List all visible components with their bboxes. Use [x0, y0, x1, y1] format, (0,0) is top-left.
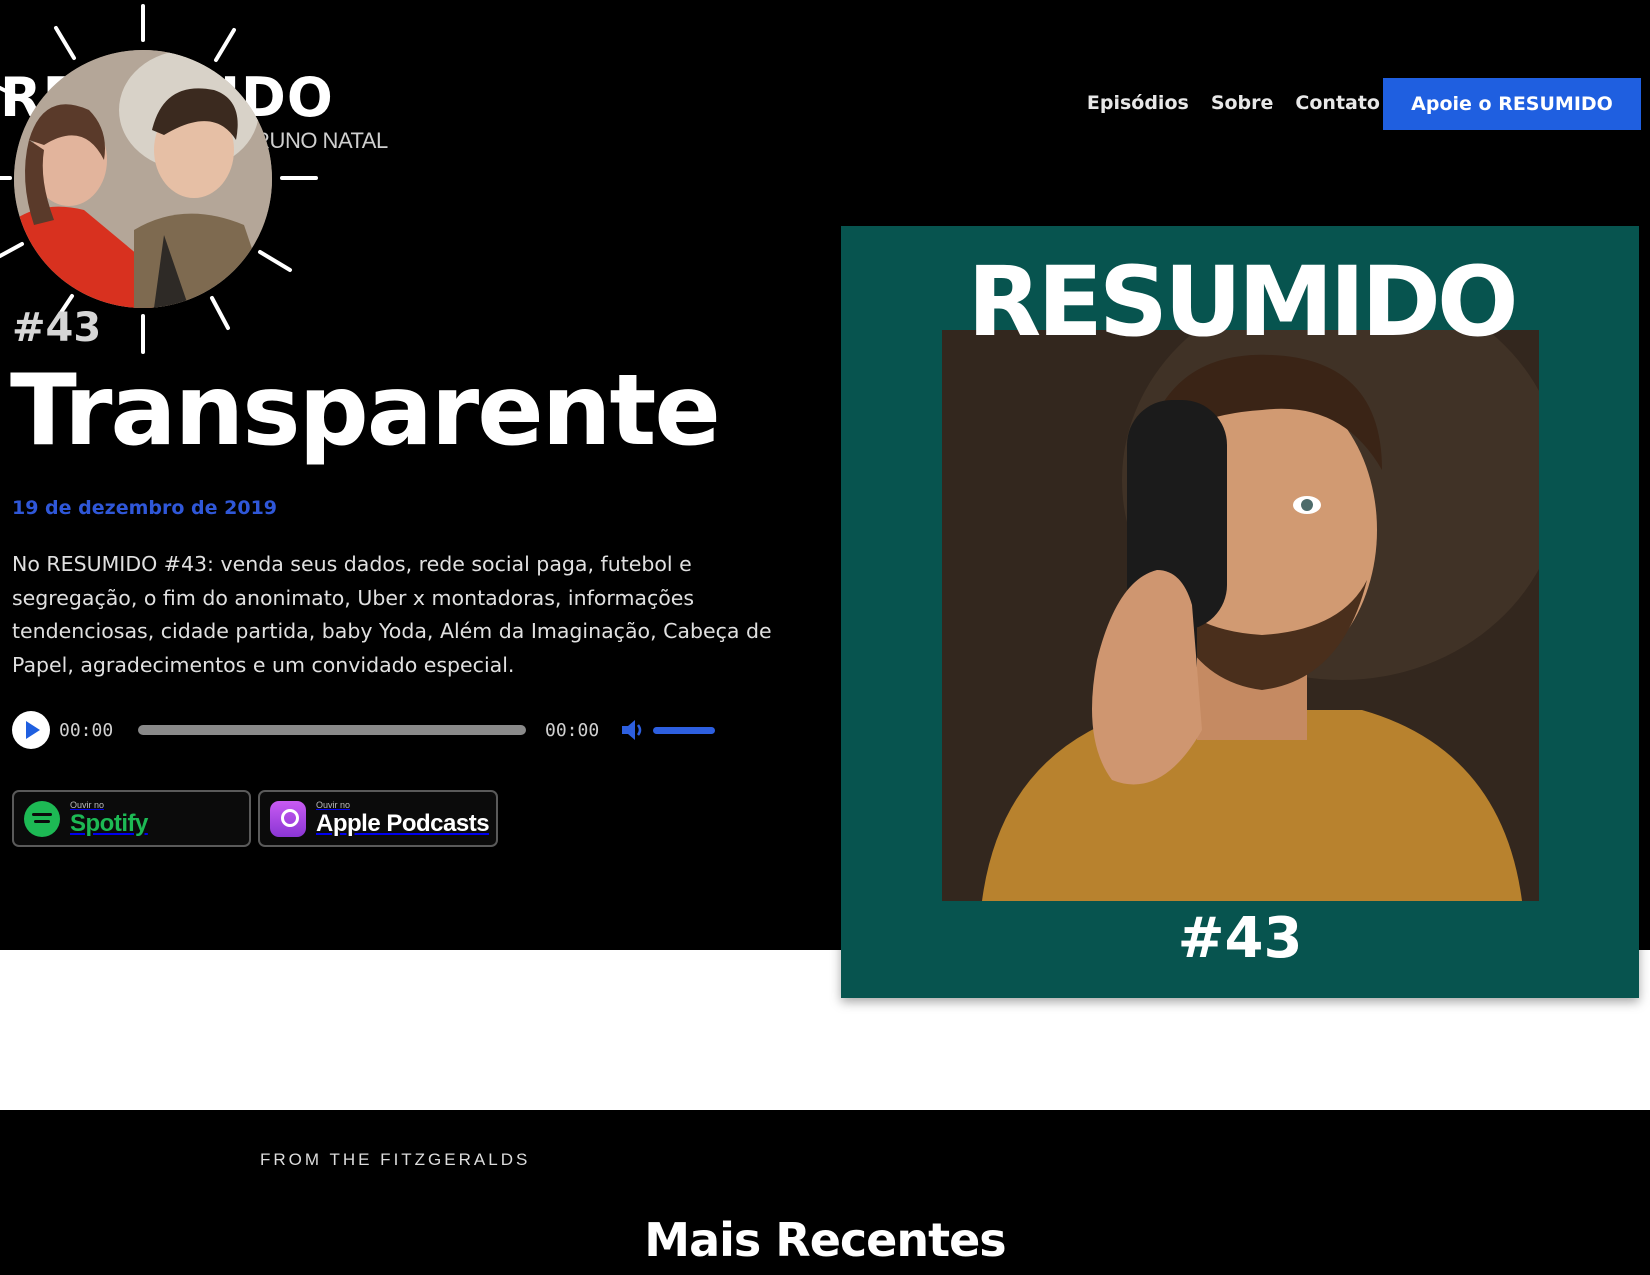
support-button[interactable]: Apoie o RESUMIDO — [1383, 78, 1641, 130]
spotify-badge-caption: Ouvir no — [70, 800, 105, 810]
apple-badge-label: Apple Podcasts — [316, 810, 490, 837]
volume-icon[interactable] — [620, 719, 644, 741]
episode-date: 19 de dezembro de 2019 — [12, 497, 278, 519]
cover-photo — [942, 330, 1539, 901]
apple-podcasts-icon — [270, 800, 306, 837]
nav-contato[interactable]: Contato — [1295, 92, 1380, 114]
episode-number: #43 — [12, 305, 102, 351]
apple-podcasts-badge[interactable]: Ouvir no Apple Podcasts — [258, 790, 498, 847]
spotify-badge[interactable]: Ouvir no Spotify — [12, 790, 251, 847]
total-time: 00:00 — [545, 720, 600, 741]
spotify-icon — [24, 800, 60, 837]
episode-title: Transparente — [10, 354, 721, 468]
progress-bar[interactable] — [138, 725, 526, 735]
apple-badge-caption: Ouvir no — [316, 800, 351, 810]
cover-title: RESUMIDO — [967, 246, 1518, 358]
episode-description: No RESUMIDO #43: venda seus dados, rede … — [12, 552, 772, 677]
avatar — [14, 50, 272, 308]
current-time: 00:00 — [59, 720, 114, 741]
nav-episodios[interactable]: Episódios — [1087, 92, 1189, 114]
page: RESUMIDO BRUNO NATAL Episódios Sobre Con… — [0, 0, 1650, 1275]
nav-sobre[interactable]: Sobre — [1211, 92, 1274, 114]
play-button[interactable] — [12, 711, 50, 749]
episode-cover: RESUMIDO #43 — [841, 226, 1639, 998]
from-label: FROM THE FITZGERALDS — [260, 1150, 531, 1169]
host-with-microphone-icon — [942, 330, 1539, 901]
section-title: Mais Recentes — [644, 1213, 1006, 1267]
volume-slider[interactable] — [653, 727, 715, 734]
main-nav: Episódios Sobre Contato — [1087, 78, 1380, 128]
avatar-photo-icon — [14, 50, 272, 308]
cover-number: #43 — [1177, 906, 1303, 971]
audio-player: 00:00 00:00 — [12, 710, 732, 750]
spotify-badge-label: Spotify — [70, 810, 148, 837]
